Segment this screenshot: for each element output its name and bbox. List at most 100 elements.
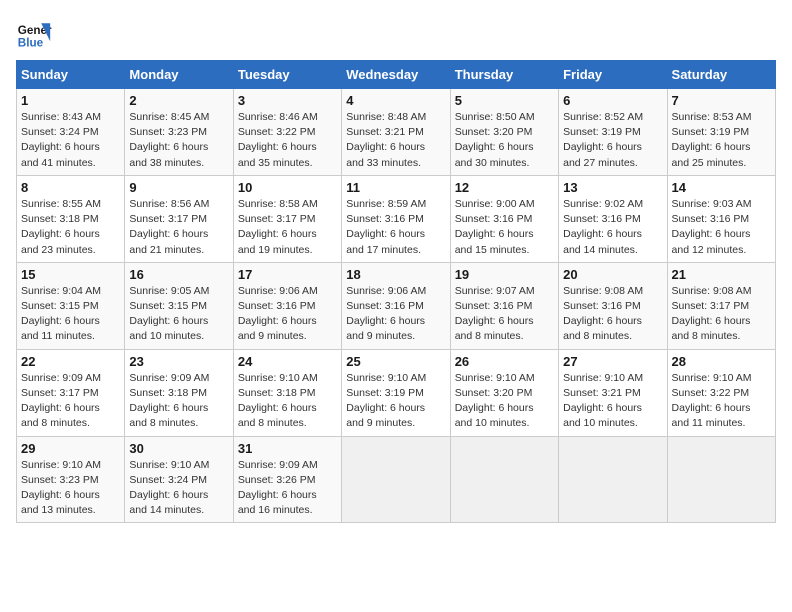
calendar-cell: 30 Sunrise: 9:10 AM Sunset: 3:24 PM Dayli… (125, 436, 233, 523)
day-info: Sunrise: 8:53 AM Sunset: 3:19 PM Dayligh… (672, 110, 771, 171)
calendar-cell: 15 Sunrise: 9:04 AM Sunset: 3:15 PM Dayli… (17, 262, 125, 349)
calendar-cell: 22Sunrise: 9:09 AM Sunset: 3:17 PM Dayli… (17, 349, 125, 436)
day-info: Sunrise: 9:10 AM Sunset: 3:18 PM Dayligh… (238, 371, 337, 432)
calendar-cell: 18 Sunrise: 9:06 AM Sunset: 3:16 PM Dayli… (342, 262, 450, 349)
day-info: Sunrise: 8:43 AM Sunset: 3:24 PM Dayligh… (21, 110, 120, 171)
week-row-2: 8Sunrise: 8:55 AM Sunset: 3:18 PM Daylig… (17, 175, 776, 262)
calendar-cell (667, 436, 775, 523)
calendar-table: SundayMondayTuesdayWednesdayThursdayFrid… (16, 60, 776, 523)
day-info: Sunrise: 9:10 AM Sunset: 3:22 PM Dayligh… (672, 371, 771, 432)
day-number: 24 (238, 354, 337, 369)
day-number: 18 (346, 267, 445, 282)
calendar-cell: 25 Sunrise: 9:10 AM Sunset: 3:19 PM Dayli… (342, 349, 450, 436)
day-info: Sunrise: 9:00 AM Sunset: 3:16 PM Dayligh… (455, 197, 554, 258)
day-info: Sunrise: 9:03 AM Sunset: 3:16 PM Dayligh… (672, 197, 771, 258)
calendar-cell: 23 Sunrise: 9:09 AM Sunset: 3:18 PM Dayli… (125, 349, 233, 436)
day-info: Sunrise: 8:52 AM Sunset: 3:19 PM Dayligh… (563, 110, 662, 171)
day-info: Sunrise: 9:10 AM Sunset: 3:24 PM Dayligh… (129, 458, 228, 519)
day-number: 8 (21, 180, 120, 195)
col-header-monday: Monday (125, 61, 233, 89)
day-info: Sunrise: 9:09 AM Sunset: 3:18 PM Dayligh… (129, 371, 228, 432)
calendar-cell: 9Sunrise: 8:56 AM Sunset: 3:17 PM Daylig… (125, 175, 233, 262)
day-info: Sunrise: 8:45 AM Sunset: 3:23 PM Dayligh… (129, 110, 228, 171)
day-info: Sunrise: 9:09 AM Sunset: 3:17 PM Dayligh… (21, 371, 120, 432)
calendar-cell (450, 436, 558, 523)
calendar-cell: 21 Sunrise: 9:08 AM Sunset: 3:17 PM Dayli… (667, 262, 775, 349)
calendar-cell: 24 Sunrise: 9:10 AM Sunset: 3:18 PM Dayli… (233, 349, 341, 436)
calendar-cell: 1 Sunrise: 8:43 AM Sunset: 3:24 PM Daylig… (17, 89, 125, 176)
day-number: 28 (672, 354, 771, 369)
day-info: Sunrise: 9:04 AM Sunset: 3:15 PM Dayligh… (21, 284, 120, 345)
calendar-cell: 8Sunrise: 8:55 AM Sunset: 3:18 PM Daylig… (17, 175, 125, 262)
calendar-cell: 28 Sunrise: 9:10 AM Sunset: 3:22 PM Dayli… (667, 349, 775, 436)
day-info: Sunrise: 9:10 AM Sunset: 3:19 PM Dayligh… (346, 371, 445, 432)
calendar-cell (342, 436, 450, 523)
day-info: Sunrise: 9:10 AM Sunset: 3:20 PM Dayligh… (455, 371, 554, 432)
calendar-cell: 6 Sunrise: 8:52 AM Sunset: 3:19 PM Daylig… (559, 89, 667, 176)
calendar-cell: 10 Sunrise: 8:58 AM Sunset: 3:17 PM Dayli… (233, 175, 341, 262)
calendar-cell: 13 Sunrise: 9:02 AM Sunset: 3:16 PM Dayli… (559, 175, 667, 262)
day-info: Sunrise: 9:10 AM Sunset: 3:21 PM Dayligh… (563, 371, 662, 432)
day-info: Sunrise: 9:06 AM Sunset: 3:16 PM Dayligh… (238, 284, 337, 345)
calendar-cell: 12 Sunrise: 9:00 AM Sunset: 3:16 PM Dayli… (450, 175, 558, 262)
day-number: 29 (21, 441, 120, 456)
calendar-cell: 3 Sunrise: 8:46 AM Sunset: 3:22 PM Daylig… (233, 89, 341, 176)
day-info: Sunrise: 8:46 AM Sunset: 3:22 PM Dayligh… (238, 110, 337, 171)
day-number: 20 (563, 267, 662, 282)
day-number: 12 (455, 180, 554, 195)
calendar-cell: 26 Sunrise: 9:10 AM Sunset: 3:20 PM Dayli… (450, 349, 558, 436)
svg-text:Blue: Blue (18, 37, 44, 50)
day-info: Sunrise: 8:59 AM Sunset: 3:16 PM Dayligh… (346, 197, 445, 258)
day-number: 1 (21, 93, 120, 108)
day-info: Sunrise: 9:02 AM Sunset: 3:16 PM Dayligh… (563, 197, 662, 258)
day-number: 9 (129, 180, 228, 195)
day-number: 26 (455, 354, 554, 369)
calendar-cell: 29Sunrise: 9:10 AM Sunset: 3:23 PM Dayli… (17, 436, 125, 523)
calendar-cell: 17 Sunrise: 9:06 AM Sunset: 3:16 PM Dayli… (233, 262, 341, 349)
col-header-wednesday: Wednesday (342, 61, 450, 89)
col-header-saturday: Saturday (667, 61, 775, 89)
day-number: 30 (129, 441, 228, 456)
week-row-3: 15 Sunrise: 9:04 AM Sunset: 3:15 PM Dayli… (17, 262, 776, 349)
week-row-4: 22Sunrise: 9:09 AM Sunset: 3:17 PM Dayli… (17, 349, 776, 436)
calendar-cell: 27Sunrise: 9:10 AM Sunset: 3:21 PM Dayli… (559, 349, 667, 436)
logo-icon: General Blue (16, 16, 52, 52)
day-info: Sunrise: 8:58 AM Sunset: 3:17 PM Dayligh… (238, 197, 337, 258)
calendar-cell: 16Sunrise: 9:05 AM Sunset: 3:15 PM Dayli… (125, 262, 233, 349)
day-number: 6 (563, 93, 662, 108)
calendar-cell: 2 Sunrise: 8:45 AM Sunset: 3:23 PM Daylig… (125, 89, 233, 176)
day-info: Sunrise: 9:05 AM Sunset: 3:15 PM Dayligh… (129, 284, 228, 345)
day-number: 21 (672, 267, 771, 282)
day-number: 4 (346, 93, 445, 108)
col-header-sunday: Sunday (17, 61, 125, 89)
calendar-cell: 7 Sunrise: 8:53 AM Sunset: 3:19 PM Daylig… (667, 89, 775, 176)
day-number: 14 (672, 180, 771, 195)
day-info: Sunrise: 9:08 AM Sunset: 3:17 PM Dayligh… (672, 284, 771, 345)
day-number: 17 (238, 267, 337, 282)
day-info: Sunrise: 9:08 AM Sunset: 3:16 PM Dayligh… (563, 284, 662, 345)
calendar-cell: 19Sunrise: 9:07 AM Sunset: 3:16 PM Dayli… (450, 262, 558, 349)
col-header-tuesday: Tuesday (233, 61, 341, 89)
day-info: Sunrise: 8:48 AM Sunset: 3:21 PM Dayligh… (346, 110, 445, 171)
day-number: 31 (238, 441, 337, 456)
day-number: 10 (238, 180, 337, 195)
day-number: 3 (238, 93, 337, 108)
day-number: 25 (346, 354, 445, 369)
day-info: Sunrise: 8:50 AM Sunset: 3:20 PM Dayligh… (455, 110, 554, 171)
week-row-1: 1 Sunrise: 8:43 AM Sunset: 3:24 PM Daylig… (17, 89, 776, 176)
day-number: 2 (129, 93, 228, 108)
calendar-header: SundayMondayTuesdayWednesdayThursdayFrid… (17, 61, 776, 89)
day-number: 11 (346, 180, 445, 195)
calendar-cell: 31Sunrise: 9:09 AM Sunset: 3:26 PM Dayli… (233, 436, 341, 523)
calendar-cell: 5 Sunrise: 8:50 AM Sunset: 3:20 PM Daylig… (450, 89, 558, 176)
calendar-cell: 11 Sunrise: 8:59 AM Sunset: 3:16 PM Dayli… (342, 175, 450, 262)
day-number: 7 (672, 93, 771, 108)
calendar-cell (559, 436, 667, 523)
day-number: 13 (563, 180, 662, 195)
day-info: Sunrise: 9:06 AM Sunset: 3:16 PM Dayligh… (346, 284, 445, 345)
day-number: 5 (455, 93, 554, 108)
week-row-5: 29Sunrise: 9:10 AM Sunset: 3:23 PM Dayli… (17, 436, 776, 523)
day-number: 23 (129, 354, 228, 369)
day-number: 15 (21, 267, 120, 282)
logo: General Blue (16, 16, 52, 52)
